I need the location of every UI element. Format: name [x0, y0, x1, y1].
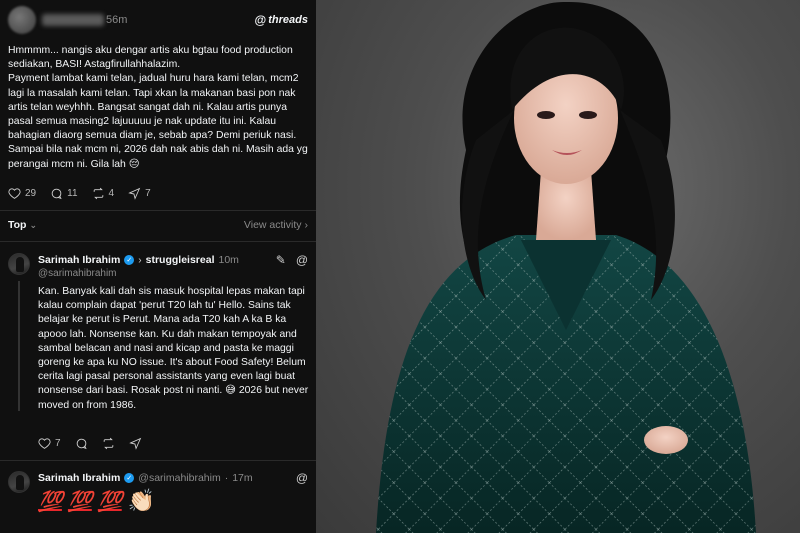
hundred-points-icon: 💯 [67, 489, 93, 513]
chevron-down-icon: ⌄ [29, 219, 38, 230]
reply-header: Sarimah Ibrahim ✓ › struggleisreal 10m ✎… [38, 253, 308, 267]
blurred-avatar[interactable] [8, 6, 36, 34]
blurred-username[interactable] [42, 14, 104, 26]
threads-at-icon: @ [254, 13, 267, 27]
reply-author-name[interactable]: Sarimah Ibrahim [38, 472, 120, 484]
comment-button[interactable] [75, 437, 88, 450]
reply-header-actions: ✎ @ [276, 253, 308, 267]
reply-timestamp: 10m [218, 254, 239, 266]
share-count: 7 [145, 188, 151, 199]
thread-line [18, 281, 20, 411]
divider [0, 460, 316, 461]
verified-badge-icon: ✓ [124, 473, 135, 483]
repost-button[interactable] [102, 437, 115, 450]
separator: · [224, 472, 229, 484]
chevron-right-icon: › [304, 219, 309, 231]
avatar[interactable] [8, 253, 30, 275]
comment-icon [76, 438, 87, 450]
repost-icon [93, 187, 103, 200]
post-text: Hmmmm... nangis aku dengar artis aku bgt… [8, 45, 308, 170]
hundred-points-icon: 💯 [38, 489, 63, 513]
threads-icon[interactable]: @ [296, 253, 308, 267]
post-actions: 29 11 4 7 [8, 187, 151, 200]
share-button[interactable] [128, 437, 142, 450]
comment-count: 11 [67, 188, 78, 199]
reply-header: Sarimah Ibrahim ✓ @sarimahibrahim · 17m … [38, 471, 308, 485]
emoji-reply: 💯 💯 💯 👏🏻 [38, 488, 155, 514]
sort-label: Top [8, 219, 27, 231]
repost-icon [103, 437, 113, 450]
right-eye [579, 111, 597, 119]
reply-text: Kan. Banyak kali dah sis masuk hospital … [38, 286, 309, 411]
view-activity-link[interactable]: View activity › [244, 219, 308, 231]
repost-count: 4 [108, 188, 115, 199]
like-count: 29 [25, 188, 37, 199]
sort-bar: Top ⌄ View activity › [8, 219, 308, 231]
divider [0, 210, 316, 211]
avatar[interactable] [8, 471, 30, 493]
share-icon [128, 437, 141, 450]
view-activity-label: View activity [243, 219, 302, 231]
reply-header-actions: @ [296, 471, 308, 485]
reply-author-name[interactable]: Sarimah Ibrahim [38, 254, 120, 266]
threads-logo: @ threads [255, 13, 308, 27]
comment-button[interactable]: 11 [50, 187, 78, 200]
threads-screenshot: 56m @ threads Hmmmm... nangis aku dengar… [0, 0, 316, 533]
repost-button[interactable]: 4 [92, 187, 115, 200]
reply-item: Sarimah Ibrahim ✓ › struggleisreal 10m ✎… [8, 253, 308, 453]
portrait-photo [316, 0, 800, 533]
portrait-illustration [376, 1, 756, 533]
reply-arrow-icon: › [138, 254, 142, 266]
post-header: 56m @ threads [8, 6, 308, 34]
like-button[interactable]: 29 [8, 187, 36, 200]
sort-dropdown[interactable]: Top ⌄ [8, 219, 37, 231]
edit-icon[interactable]: ✎ [276, 253, 286, 267]
threads-icon[interactable]: @ [296, 471, 308, 485]
reply-target-user[interactable]: struggleisreal [146, 254, 215, 266]
hundred-points-icon: 💯 [97, 489, 123, 513]
comment-icon [51, 188, 62, 200]
reply-handle: @sarimahibrahim [138, 472, 221, 484]
heart-icon [38, 438, 51, 449]
like-count: 7 [55, 438, 61, 449]
post-timestamp: 56m [106, 14, 128, 26]
heart-icon [8, 188, 21, 199]
hand [644, 426, 688, 454]
reply-actions: 7 [38, 437, 142, 450]
divider [0, 241, 316, 242]
reply-timestamp: 17m [232, 472, 253, 484]
like-button[interactable]: 7 [38, 437, 61, 450]
share-icon [128, 187, 141, 200]
threads-wordmark: threads [268, 14, 308, 26]
share-button[interactable]: 7 [128, 187, 151, 200]
clapping-hands-icon: 👏🏻 [127, 488, 156, 513]
left-eye [537, 111, 555, 119]
reply-handle: @sarimahibrahim [38, 268, 117, 279]
verified-badge-icon: ✓ [124, 255, 135, 265]
